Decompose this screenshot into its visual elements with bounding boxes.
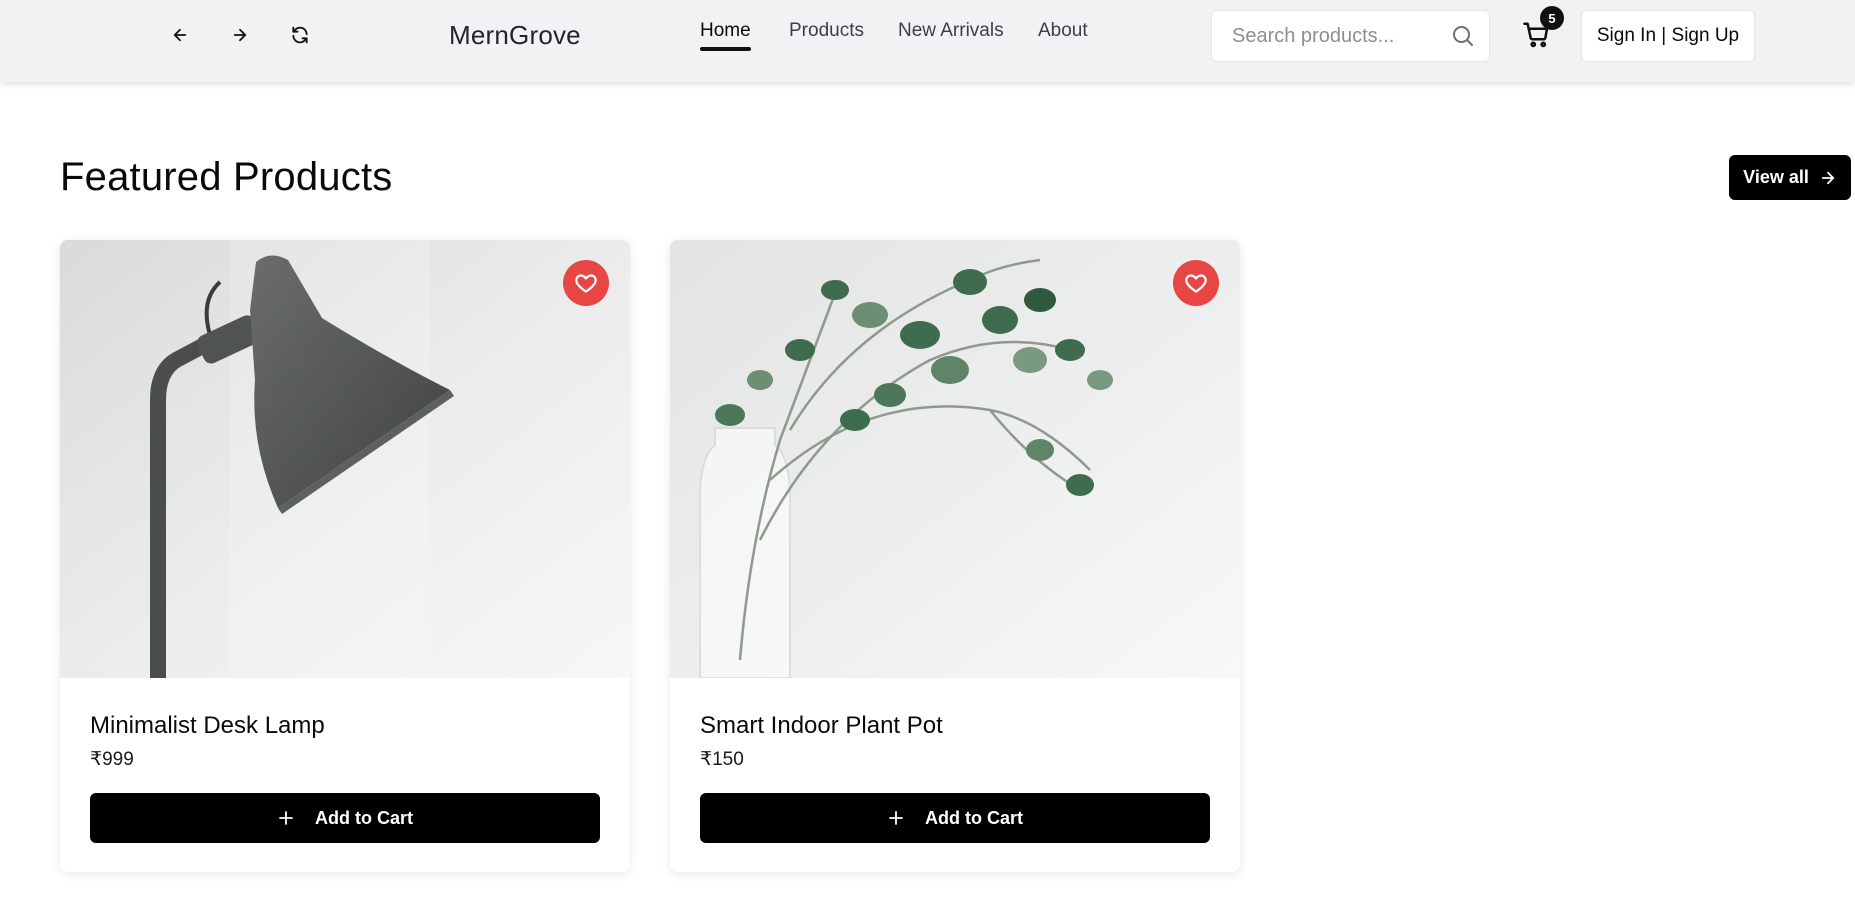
cart-count-badge: 5 (1540, 6, 1564, 30)
menu-item-label: Home (700, 20, 751, 41)
brand-logo[interactable]: MernGrove (449, 20, 581, 51)
refresh-icon (292, 26, 308, 44)
product-name[interactable]: Minimalist Desk Lamp (90, 712, 325, 740)
favorite-button[interactable] (1173, 260, 1219, 306)
favorite-button[interactable] (563, 260, 609, 306)
back-button[interactable] (162, 19, 198, 51)
add-to-cart-label: Add to Cart (315, 807, 413, 828)
search-box (1211, 10, 1490, 62)
heart-icon (1185, 274, 1207, 293)
add-to-cart-button[interactable]: Add to Cart (90, 793, 600, 843)
view-all-button[interactable]: View all (1729, 155, 1851, 200)
menu-item-about[interactable]: About (1038, 20, 1088, 42)
product-card[interactable]: Smart Indoor Plant Pot ₹150 Add to Cart (670, 240, 1240, 872)
plus-icon (279, 811, 293, 825)
arrow-left-icon (173, 28, 187, 42)
active-tab-indicator (700, 47, 751, 51)
product-image-eucalyptus-vase[interactable] (670, 240, 1240, 678)
menu-item-label: New Arrivals (898, 20, 1004, 41)
menu-item-new-arrivals[interactable]: New Arrivals (898, 20, 1004, 42)
add-to-cart-button[interactable]: Add to Cart (700, 793, 1210, 843)
product-image-desk-lamp[interactable] (60, 240, 630, 678)
sign-in-button[interactable]: Sign In | Sign Up (1581, 10, 1755, 62)
menu-item-home[interactable]: Home (700, 20, 751, 51)
menu-item-label: About (1038, 20, 1088, 41)
product-price: ₹999 (90, 749, 134, 770)
product-price: ₹150 (700, 749, 744, 770)
menu-item-products[interactable]: Products (789, 20, 864, 42)
reload-button[interactable] (282, 19, 318, 51)
arrow-right-icon (1821, 171, 1835, 184)
add-to-cart-label: Add to Cart (925, 807, 1023, 828)
search-icon[interactable] (1451, 24, 1475, 48)
heart-icon (575, 274, 597, 293)
top-navbar: MernGrove Home Products New Arrivals Abo… (0, 0, 1855, 82)
arrow-right-icon (233, 28, 247, 42)
menu-item-label: Products (789, 20, 864, 41)
view-all-label: View all (1743, 167, 1809, 187)
product-name[interactable]: Smart Indoor Plant Pot (700, 712, 943, 740)
forward-button[interactable] (222, 19, 258, 51)
plus-icon (889, 811, 903, 825)
product-card[interactable]: Minimalist Desk Lamp ₹999 Add to Cart (60, 240, 630, 872)
section-title: Featured Products (60, 155, 393, 199)
search-input[interactable] (1232, 11, 1442, 61)
